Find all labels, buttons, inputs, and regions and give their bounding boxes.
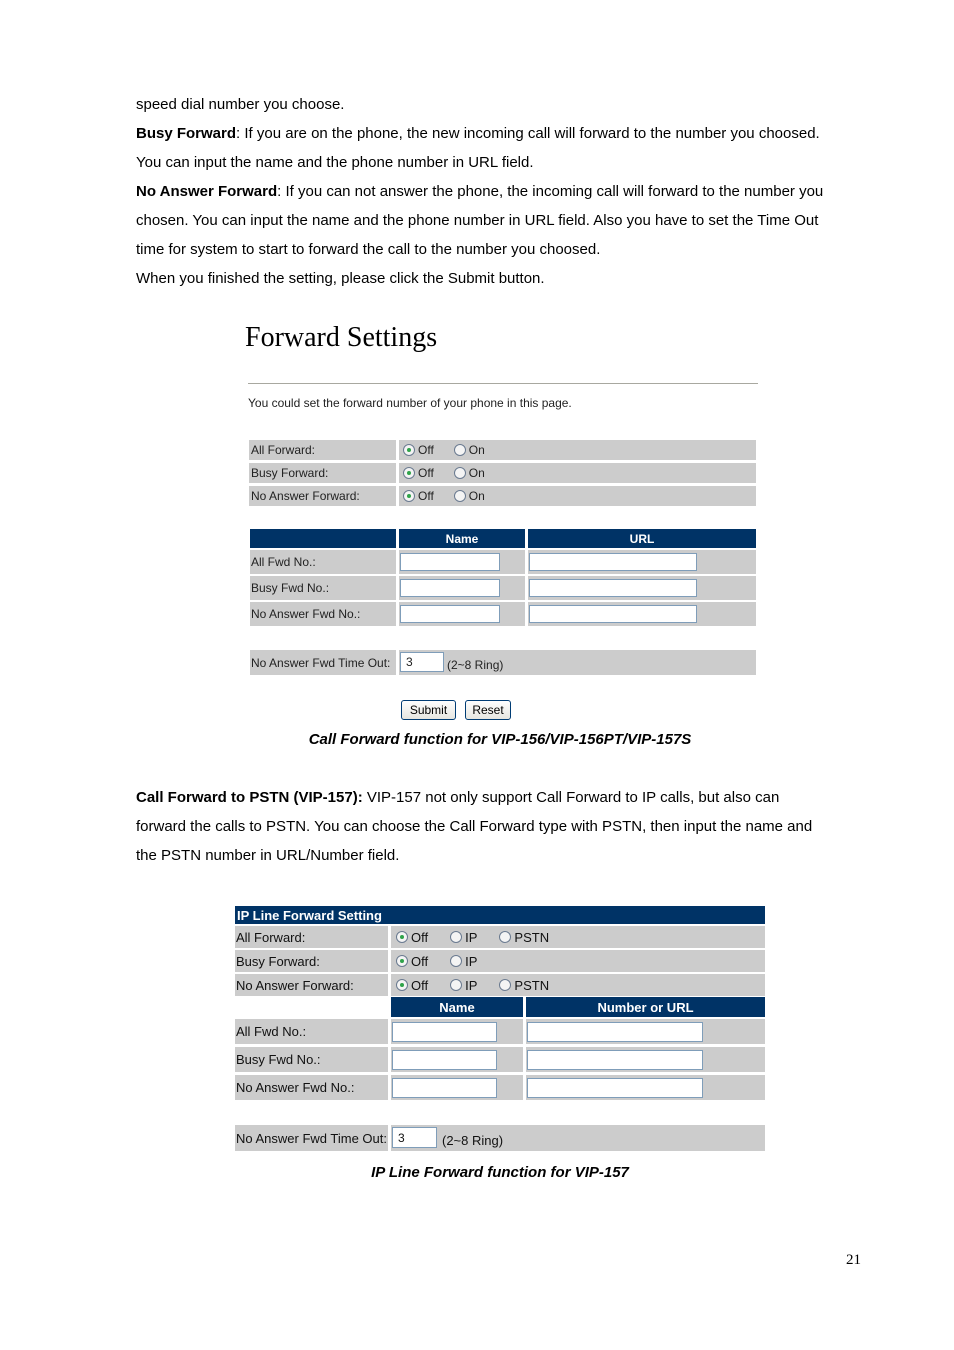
para-no-answer-2: chosen. You can input the name and the p… bbox=[136, 212, 819, 229]
ip-mode-row-busy: Busy Forward: Off IP bbox=[235, 950, 765, 972]
timeout-row: No Answer Fwd Time Out: 3 (2~8 Ring) bbox=[250, 650, 756, 675]
no-answer-fwd-name-input[interactable] bbox=[400, 605, 500, 623]
ip-number-row-all: All Fwd No.: bbox=[235, 1019, 765, 1044]
reset-button[interactable]: Reset bbox=[465, 700, 511, 720]
radio-on[interactable]: On bbox=[453, 443, 485, 457]
ip-busy-fwd-name-input[interactable] bbox=[392, 1050, 497, 1070]
number-label: All Fwd No.: bbox=[236, 1024, 307, 1039]
all-fwd-name-input[interactable] bbox=[400, 553, 500, 571]
number-label: No Answer Fwd No.: bbox=[236, 1080, 355, 1095]
page-number: 21 bbox=[846, 1252, 861, 1268]
pstn-text: Call Forward to PSTN (VIP-157): VIP-157 … bbox=[136, 789, 813, 864]
para-busy-forward: Busy Forward: If you are on the phone, t… bbox=[136, 125, 820, 142]
mode-label: All Forward: bbox=[251, 443, 316, 457]
all-fwd-url-input[interactable] bbox=[529, 553, 697, 571]
para-speed-dial: speed dial number you choose. bbox=[136, 96, 345, 113]
timeout-hint: (2~8 Ring) bbox=[442, 1132, 504, 1148]
radio-selected-icon bbox=[403, 490, 415, 502]
submit-button[interactable]: Submit bbox=[401, 700, 456, 720]
timeout-input[interactable]: 3 bbox=[400, 652, 444, 672]
ip-mode-row-all: All Forward: Off IP PSTN bbox=[235, 926, 765, 948]
radio-off[interactable]: Off bbox=[403, 489, 434, 503]
radio-off[interactable]: Off bbox=[396, 930, 428, 945]
number-label: All Fwd No.: bbox=[251, 555, 316, 569]
no-answer-fwd-url-input[interactable] bbox=[529, 605, 697, 623]
radio-empty-icon bbox=[453, 490, 466, 502]
column-header-name: Name bbox=[399, 529, 525, 548]
busy-fwd-name-input[interactable] bbox=[400, 579, 500, 597]
radio-empty-icon bbox=[450, 931, 463, 943]
mode-label: Busy Forward: bbox=[251, 466, 329, 480]
radio-off[interactable]: Off bbox=[396, 954, 428, 969]
radio-pstn[interactable]: PSTN bbox=[499, 930, 549, 945]
forward-settings-title: Forward Settings bbox=[245, 322, 438, 353]
busy-fwd-url-input[interactable] bbox=[529, 579, 697, 597]
ip-all-fwd-name-input[interactable] bbox=[392, 1022, 497, 1042]
radio-on[interactable]: On bbox=[453, 466, 485, 480]
ip-no-answer-fwd-url-input[interactable] bbox=[527, 1078, 703, 1098]
caption-call-forward: Call Forward function for VIP-156/VIP-15… bbox=[308, 731, 692, 748]
number-row-busy: Busy Fwd No.: bbox=[250, 576, 756, 600]
radio-off[interactable]: Off bbox=[403, 466, 434, 480]
forward-settings-intro: You could set the forward number of your… bbox=[248, 396, 572, 410]
ip-busy-fwd-url-input[interactable] bbox=[527, 1050, 703, 1070]
radio-empty-icon bbox=[450, 979, 463, 991]
radio-selected-icon bbox=[396, 979, 408, 991]
ip-no-answer-fwd-name-input[interactable] bbox=[392, 1078, 497, 1098]
number-row-no-answer: No Answer Fwd No.: bbox=[250, 602, 756, 626]
ip-number-row-busy: Busy Fwd No.: bbox=[235, 1047, 765, 1072]
ip-all-fwd-url-input[interactable] bbox=[527, 1022, 703, 1042]
radio-on[interactable]: On bbox=[453, 489, 485, 503]
caption-ip-line-forward: IP Line Forward function for VIP-157 bbox=[371, 1164, 629, 1181]
radio-off[interactable]: Off bbox=[396, 978, 428, 993]
para-no-answer-3: time for system to start to forward the … bbox=[136, 241, 601, 258]
para-no-answer: No Answer Forward: If you can not answer… bbox=[136, 183, 824, 200]
number-label: No Answer Fwd No.: bbox=[251, 607, 361, 621]
number-row-all: All Fwd No.: bbox=[250, 550, 756, 574]
timeout-label: No Answer Fwd Time Out: bbox=[236, 1130, 387, 1146]
ip-number-row-no-answer: No Answer Fwd No.: bbox=[235, 1075, 765, 1100]
ip-timeout-row: No Answer Fwd Time Out: 3 (2~8 Ring) bbox=[235, 1125, 765, 1151]
column-header-number-or-url: Number or URL bbox=[526, 997, 765, 1017]
radio-selected-icon bbox=[403, 467, 415, 479]
timeout-hint: (2~8 Ring) bbox=[447, 657, 504, 672]
radio-ip[interactable]: IP bbox=[450, 978, 477, 993]
radio-selected-icon bbox=[396, 931, 408, 943]
mode-label: All Forward: bbox=[236, 929, 306, 945]
radio-empty-icon bbox=[453, 444, 466, 456]
radio-ip[interactable]: IP bbox=[450, 954, 477, 969]
ip-timeout-input[interactable]: 3 bbox=[392, 1127, 437, 1148]
table-header-blank bbox=[250, 529, 396, 548]
mode-label: Busy Forward: bbox=[236, 953, 320, 969]
radio-ip[interactable]: IP bbox=[450, 930, 477, 945]
radio-pstn[interactable]: PSTN bbox=[499, 978, 549, 993]
radio-empty-icon bbox=[499, 931, 512, 943]
timeout-label: No Answer Fwd Time Out: bbox=[251, 655, 391, 670]
column-header-name: Name bbox=[391, 997, 523, 1017]
radio-selected-icon bbox=[396, 955, 408, 967]
ip-line-title: IP Line Forward Setting bbox=[235, 906, 765, 924]
para-submit-hint: When you finished the setting, please cl… bbox=[136, 270, 545, 287]
number-label: Busy Fwd No.: bbox=[251, 581, 330, 595]
mode-label: No Answer Forward: bbox=[251, 489, 360, 503]
column-header-url: URL bbox=[528, 529, 756, 548]
radio-off[interactable]: Off bbox=[403, 443, 434, 457]
mode-label: No Answer Forward: bbox=[236, 977, 354, 993]
radio-empty-icon bbox=[450, 955, 463, 967]
mode-row-busy-forward: Busy Forward: Off On bbox=[249, 463, 756, 483]
divider bbox=[248, 383, 758, 384]
mode-row-all-forward: All Forward: Off On bbox=[249, 440, 756, 460]
ip-mode-row-no-answer: No Answer Forward: Off IP PSTN bbox=[235, 974, 765, 996]
radio-selected-icon bbox=[403, 444, 415, 456]
radio-empty-icon bbox=[453, 467, 466, 479]
number-label: Busy Fwd No.: bbox=[236, 1052, 321, 1067]
para-busy-forward-2: You can input the name and the phone num… bbox=[136, 154, 534, 171]
radio-empty-icon bbox=[499, 979, 512, 991]
mode-row-no-answer-forward: No Answer Forward: Off On bbox=[249, 486, 756, 506]
intro-text: speed dial number you choose. Busy Forwa… bbox=[136, 90, 876, 293]
